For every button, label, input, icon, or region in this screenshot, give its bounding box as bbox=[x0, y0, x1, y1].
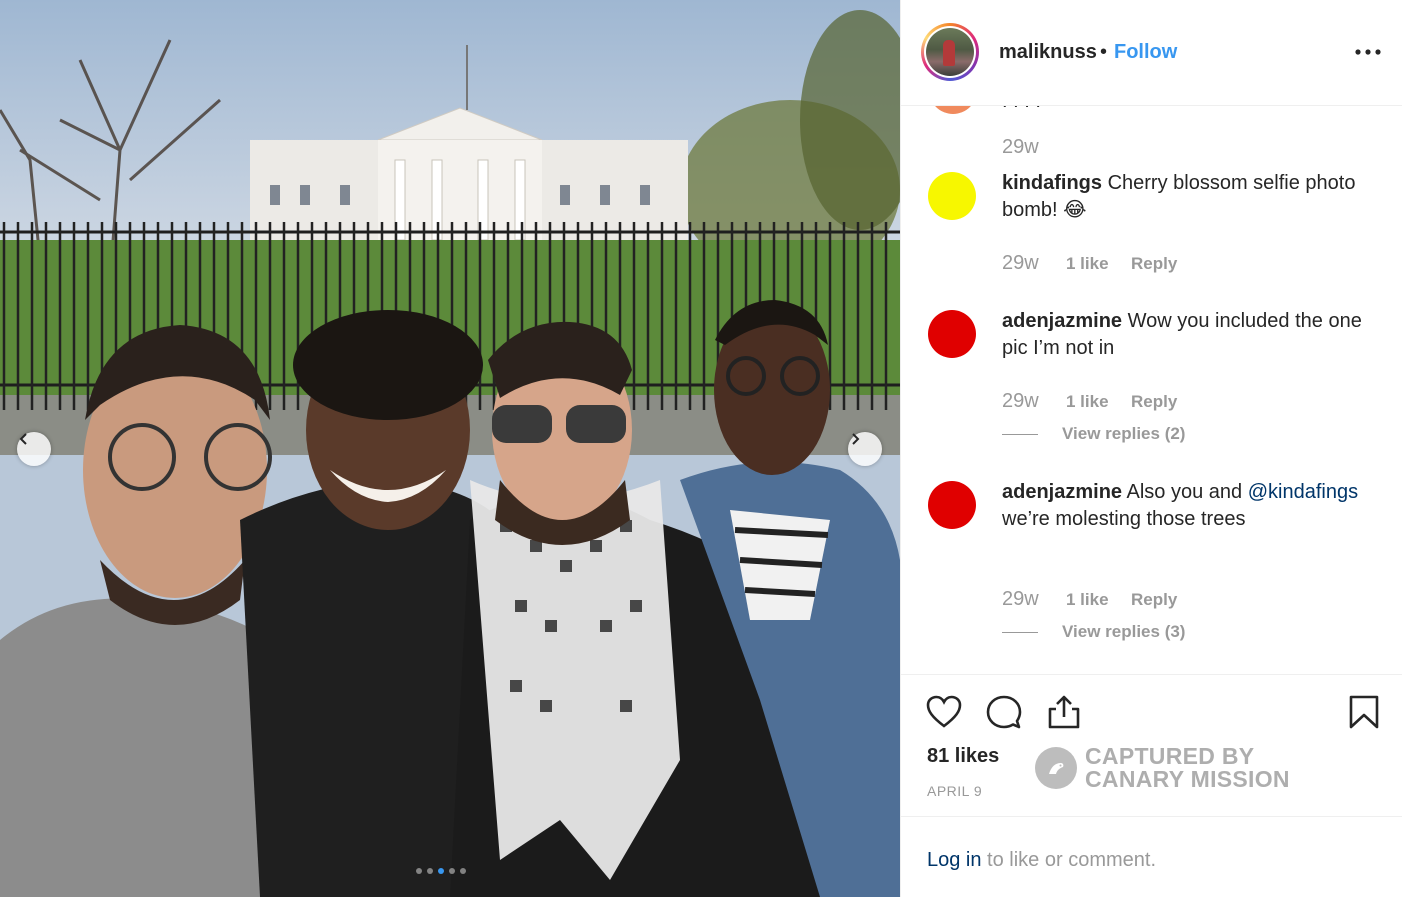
watermark: CAPTURED BY CANARY MISSION bbox=[1035, 745, 1290, 791]
comment-body-cont: we’re molesting those trees bbox=[1002, 508, 1246, 530]
view-replies-label: View replies (3) bbox=[1062, 622, 1186, 641]
likes-count[interactable]: 81 likes bbox=[927, 745, 999, 768]
view-replies-button[interactable]: View replies (2) bbox=[1002, 424, 1185, 444]
chevron-right-icon bbox=[852, 433, 860, 445]
avatar[interactable] bbox=[921, 23, 979, 81]
reply-button[interactable]: Reply bbox=[1131, 590, 1177, 610]
comment-username[interactable]: kindafings bbox=[1002, 172, 1102, 194]
reply-button[interactable]: Reply bbox=[1131, 392, 1177, 412]
save-button[interactable] bbox=[1345, 693, 1383, 731]
comment-body: Also you and bbox=[1122, 481, 1248, 503]
comment-bubble-icon bbox=[986, 695, 1022, 729]
comment-text: kindafings Cherry blossom selfie photo b… bbox=[1002, 170, 1382, 224]
carousel-dot bbox=[427, 868, 433, 874]
share-button[interactable] bbox=[1045, 693, 1083, 731]
username-link[interactable]: maliknuss bbox=[999, 41, 1097, 64]
comment-time[interactable]: 29w bbox=[1002, 136, 1039, 159]
post-date[interactable]: APRIL 9 bbox=[927, 783, 982, 799]
comments-list[interactable]: . . . . 29w kindafings Cherry blossom se… bbox=[901, 106, 1402, 674]
comment-time[interactable]: 29w bbox=[1002, 252, 1066, 275]
watermark-line-1: CAPTURED BY bbox=[1085, 743, 1255, 769]
view-replies-button[interactable]: View replies (3) bbox=[1002, 622, 1185, 642]
login-link[interactable]: Log in bbox=[927, 849, 982, 871]
more-options-button[interactable] bbox=[1353, 40, 1383, 64]
comment-button[interactable] bbox=[985, 693, 1023, 731]
more-horizontal-icon bbox=[1355, 49, 1381, 55]
canary-logo-icon bbox=[1035, 747, 1077, 789]
carousel-dot bbox=[438, 868, 444, 874]
chevron-left-icon bbox=[19, 433, 27, 445]
mention-link[interactable]: @kindafings bbox=[1248, 481, 1358, 503]
comment-time[interactable]: 29w bbox=[1002, 390, 1066, 413]
comment-username[interactable]: adenjazmine bbox=[1002, 481, 1122, 503]
post-actions: 81 likes APRIL 9 CAPTURED BY CANARY MISS… bbox=[901, 674, 1402, 816]
post-side-panel: maliknuss • Follow . . . . 29w kindafing… bbox=[900, 0, 1402, 897]
reply-button[interactable]: Reply bbox=[1131, 254, 1177, 274]
comment-time[interactable]: 29w bbox=[1002, 588, 1066, 611]
comment-avatar[interactable] bbox=[928, 310, 976, 358]
comment-meta: 29w 1 like Reply bbox=[1002, 252, 1177, 275]
share-icon bbox=[1048, 695, 1080, 729]
separator-dot: • bbox=[1100, 41, 1108, 63]
watermark-line-2: CANARY MISSION bbox=[1085, 766, 1290, 792]
comment-avatar[interactable] bbox=[928, 481, 976, 529]
photo-illustration bbox=[0, 0, 900, 897]
comment-meta: 29w 1 like Reply bbox=[1002, 390, 1177, 413]
bookmark-icon bbox=[1349, 695, 1379, 729]
carousel-next-button[interactable] bbox=[848, 432, 882, 466]
login-rest: to like or comment. bbox=[981, 849, 1157, 871]
comment-text: adenjazmine Wow you included the one pic… bbox=[1002, 308, 1382, 362]
comment-likes[interactable]: 1 like bbox=[1066, 590, 1131, 610]
login-prompt: Log in to like or comment. bbox=[901, 816, 1402, 897]
carousel-dot bbox=[449, 868, 455, 874]
post-header: maliknuss • Follow bbox=[901, 0, 1402, 106]
carousel-prev-button[interactable] bbox=[17, 432, 51, 466]
carousel-dot bbox=[460, 868, 466, 874]
like-button[interactable] bbox=[925, 693, 963, 731]
comment-avatar[interactable] bbox=[929, 106, 977, 114]
comment-meta: 29w 1 like Reply bbox=[1002, 588, 1177, 611]
comment-text: adenjazmine Also you and @kindafings we’… bbox=[1002, 479, 1382, 533]
comment-likes[interactable]: 1 like bbox=[1066, 392, 1131, 412]
heart-icon bbox=[926, 695, 962, 728]
carousel-indicator bbox=[416, 868, 466, 874]
view-replies-label: View replies (2) bbox=[1062, 424, 1186, 443]
comment-likes[interactable]: 1 like bbox=[1066, 254, 1131, 274]
login-text: Log in to like or comment. bbox=[927, 849, 1156, 872]
follow-button[interactable]: Follow bbox=[1114, 41, 1177, 64]
comment-fragment: . . . . bbox=[1002, 106, 1041, 113]
comment-avatar[interactable] bbox=[928, 172, 976, 220]
carousel-dot bbox=[416, 868, 422, 874]
comment-username[interactable]: adenjazmine bbox=[1002, 310, 1122, 332]
post-photo bbox=[0, 0, 900, 897]
